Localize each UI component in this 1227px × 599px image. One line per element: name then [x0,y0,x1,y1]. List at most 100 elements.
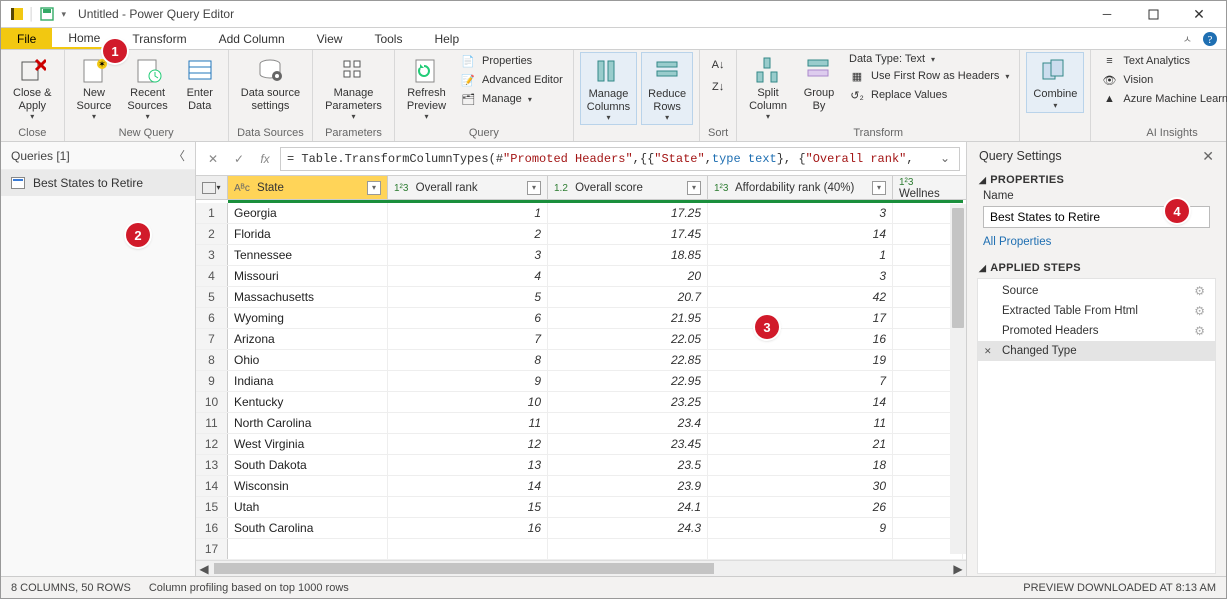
advanced-editor-button[interactable]: 📝Advanced Editor [456,71,567,89]
cell-score[interactable]: 17.45 [548,224,708,244]
cell-affordability[interactable]: 1 [708,245,893,265]
cell-score[interactable]: 22.95 [548,371,708,391]
properties-section[interactable]: PROPERTIES [990,174,1064,186]
cell-score[interactable]: 22.85 [548,350,708,370]
cell-state[interactable]: Indiana [228,371,388,391]
collapse-ribbon-icon[interactable]: ㅅ [1183,31,1192,46]
use-first-row-dropdown[interactable]: ▦Use First Row as Headers ▾ [845,67,1013,85]
col-header-state[interactable]: Aᴮc State ▾ [228,176,388,199]
tab-tools[interactable]: Tools [358,28,418,49]
vertical-scrollbar[interactable] [950,204,966,554]
recent-sources-button[interactable]: Recent Sources▾ [121,52,173,123]
enter-data-button[interactable]: Enter Data [178,52,222,114]
cell-rank[interactable]: 6 [388,308,548,328]
manage-parameters-button[interactable]: Manage Parameters▾ [319,52,388,123]
filter-icon[interactable]: ▾ [527,181,541,195]
group-by-button[interactable]: Group By [797,52,841,114]
cell-score[interactable] [548,539,708,559]
cell-state[interactable]: Wyoming [228,308,388,328]
cell-affordability[interactable]: 11 [708,413,893,433]
commit-formula-icon[interactable]: ✓ [228,148,250,170]
table-row[interactable]: 10Kentucky1023.2514 [196,392,966,413]
cell-state[interactable]: Wisconsin [228,476,388,496]
query-item[interactable]: Best States to Retire [1,170,195,196]
table-row[interactable]: 15Utah1524.126 [196,497,966,518]
cell-affordability[interactable]: 18 [708,455,893,475]
close-and-apply-button[interactable]: Close & Apply▾ [7,52,58,123]
step-gear-icon[interactable]: ⚙ [1194,304,1205,318]
text-analytics-button[interactable]: ≡Text Analytics [1097,52,1227,70]
tab-help[interactable]: Help [418,28,475,49]
cell-state[interactable]: Utah [228,497,388,517]
cell-score[interactable]: 23.5 [548,455,708,475]
filter-icon[interactable]: ▾ [872,181,886,195]
cell-rank[interactable]: 16 [388,518,548,538]
cell-affordability[interactable]: 30 [708,476,893,496]
sort-desc-button[interactable]: Z↓ [706,78,730,96]
new-source-button[interactable]: ✶ New Source▾ [71,52,118,123]
refresh-preview-button[interactable]: Refresh Preview▾ [401,52,452,123]
cell-state[interactable]: Ohio [228,350,388,370]
cell-rank[interactable]: 2 [388,224,548,244]
cell-rank[interactable]: 12 [388,434,548,454]
fx-icon[interactable]: fx [254,148,276,170]
cell-rank[interactable]: 14 [388,476,548,496]
applied-step[interactable]: Source⚙ [978,281,1215,301]
cell-state[interactable] [228,539,388,559]
tab-view[interactable]: View [301,28,359,49]
filter-icon[interactable]: ▾ [687,181,701,195]
cell-state[interactable]: South Dakota [228,455,388,475]
cell-affordability[interactable]: 9 [708,518,893,538]
maximize-button[interactable] [1130,1,1176,28]
cell-state[interactable]: North Carolina [228,413,388,433]
cell-score[interactable]: 24.3 [548,518,708,538]
step-gear-icon[interactable]: ⚙ [1194,284,1205,298]
cell-rank[interactable]: 3 [388,245,548,265]
horizontal-scrollbar[interactable]: ◀▶ [196,560,966,576]
cell-score[interactable]: 24.1 [548,497,708,517]
cell-affordability[interactable]: 42 [708,287,893,307]
close-window-button[interactable]: ✕ [1176,1,1222,28]
table-row[interactable]: 11North Carolina1123.411 [196,413,966,434]
table-selector[interactable]: ▾ [196,176,228,199]
col-header-wellness[interactable]: 1²3 Wellnes [893,176,963,199]
cell-state[interactable]: West Virginia [228,434,388,454]
combine-button[interactable]: Combine▾ [1026,52,1084,113]
azure-ml-button[interactable]: ▲Azure Machine Learning [1097,90,1227,108]
cell-score[interactable]: 23.4 [548,413,708,433]
filter-icon[interactable]: ▾ [367,181,381,195]
cell-state[interactable]: Georgia [228,203,388,223]
reduce-rows-button[interactable]: Reduce Rows▾ [641,52,693,125]
table-row[interactable]: 9Indiana922.957 [196,371,966,392]
cell-rank[interactable] [388,539,548,559]
cell-score[interactable]: 21.95 [548,308,708,328]
cell-rank[interactable]: 4 [388,266,548,286]
applied-steps-section[interactable]: APPLIED STEPS [990,262,1081,274]
formula-input[interactable]: = Table.TransformColumnTypes(#"Promoted … [280,147,960,171]
cell-rank[interactable]: 15 [388,497,548,517]
cell-state[interactable]: South Carolina [228,518,388,538]
cell-rank[interactable]: 10 [388,392,548,412]
cell-state[interactable]: Florida [228,224,388,244]
table-row[interactable]: 5Massachusetts520.742 [196,287,966,308]
applied-step[interactable]: Promoted Headers⚙ [978,321,1215,341]
cell-score[interactable]: 17.25 [548,203,708,223]
table-row[interactable]: 2Florida217.4514 [196,224,966,245]
manage-button[interactable]: 🗂Manage ▾ [456,90,567,108]
cell-rank[interactable]: 1 [388,203,548,223]
cell-affordability[interactable]: 14 [708,224,893,244]
table-row[interactable]: 17 [196,539,966,560]
col-header-overall-rank[interactable]: 1²3 Overall rank ▾ [388,176,548,199]
table-row[interactable]: 1Georgia117.253 [196,203,966,224]
table-row[interactable]: 7Arizona722.0516 [196,329,966,350]
cell-rank[interactable]: 8 [388,350,548,370]
col-header-overall-score[interactable]: 1.2 Overall score ▾ [548,176,708,199]
cell-affordability[interactable] [708,539,893,559]
all-properties-link[interactable]: All Properties [967,234,1226,258]
table-row[interactable]: 14Wisconsin1423.930 [196,476,966,497]
cell-state[interactable]: Missouri [228,266,388,286]
step-gear-icon[interactable]: ⚙ [1194,324,1205,338]
cell-state[interactable]: Tennessee [228,245,388,265]
cell-score[interactable]: 23.45 [548,434,708,454]
cell-state[interactable]: Arizona [228,329,388,349]
